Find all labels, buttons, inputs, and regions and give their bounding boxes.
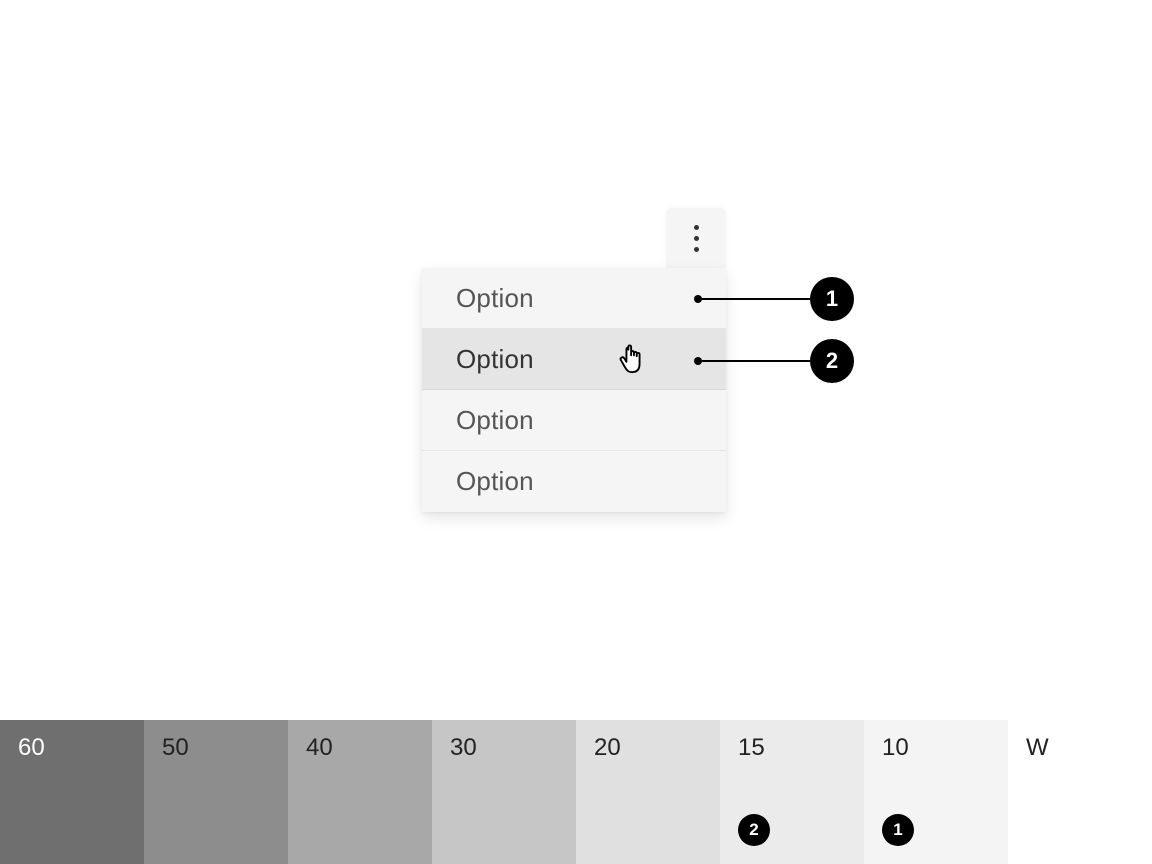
swatch-badge: 2 xyxy=(738,814,770,846)
swatch-badge: 1 xyxy=(882,814,914,846)
pointer-cursor-icon xyxy=(618,343,648,375)
menu-item-label: Option xyxy=(456,344,534,375)
swatch-badge-number: 2 xyxy=(749,820,758,840)
color-swatch: 40 xyxy=(288,720,432,864)
swatch-label: 30 xyxy=(450,734,477,761)
color-swatch: W xyxy=(1008,720,1152,864)
color-swatch-strip: 60 50 40 30 20 15 2 10 1 W xyxy=(0,720,1152,864)
menu-item[interactable]: Option xyxy=(422,390,726,451)
annotation-number: 2 xyxy=(826,348,838,374)
annotation-connector xyxy=(698,298,810,300)
annotation-badge: 2 xyxy=(810,339,854,383)
annotation-connector xyxy=(698,360,810,362)
swatch-label: 50 xyxy=(162,734,189,761)
swatch-label: 15 xyxy=(738,734,765,761)
color-swatch: 60 xyxy=(0,720,144,864)
swatch-label: 10 xyxy=(882,734,909,761)
annotation-badge: 1 xyxy=(810,277,854,321)
menu-item[interactable]: Option xyxy=(422,451,726,512)
annotation-number: 1 xyxy=(826,286,838,312)
swatch-label: 20 xyxy=(594,734,621,761)
menu-item-label: Option xyxy=(456,466,534,497)
swatch-label: 40 xyxy=(306,734,333,761)
color-swatch: 15 2 xyxy=(720,720,864,864)
overflow-menu-trigger[interactable] xyxy=(666,208,726,268)
color-swatch: 10 1 xyxy=(864,720,1008,864)
menu-item-label: Option xyxy=(456,405,534,436)
swatch-badge-number: 1 xyxy=(893,820,902,840)
overflow-menu: Option Option Option Option xyxy=(422,268,726,512)
menu-item-label: Option xyxy=(456,283,534,314)
more-vertical-icon xyxy=(694,225,699,252)
swatch-label: W xyxy=(1026,734,1049,761)
menu-item[interactable]: Option xyxy=(422,268,726,329)
menu-item[interactable]: Option xyxy=(422,329,726,390)
swatch-label: 60 xyxy=(18,734,45,761)
color-swatch: 20 xyxy=(576,720,720,864)
color-swatch: 30 xyxy=(432,720,576,864)
color-swatch: 50 xyxy=(144,720,288,864)
